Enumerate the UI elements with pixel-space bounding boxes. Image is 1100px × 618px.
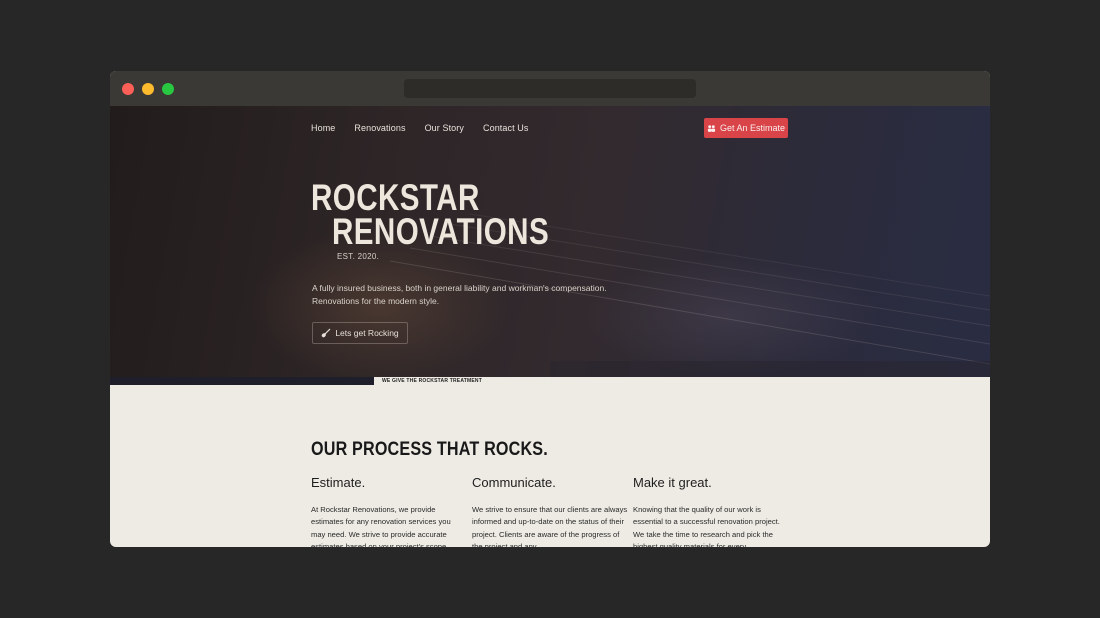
- main-nav: Home Renovations Our Story Contact Us: [311, 123, 529, 137]
- nav-item-home[interactable]: Home: [311, 123, 335, 137]
- tagline-line2: Renovations for the modern style.: [312, 295, 440, 306]
- process-text: Knowing that the quality of our work is …: [633, 505, 780, 547]
- close-window-button[interactable]: [122, 83, 134, 95]
- browser-titlebar: [110, 71, 990, 106]
- process-text: At Rockstar Renovations, we provide esti…: [311, 505, 451, 547]
- hero-section: Home Renovations Our Story Contact Us Ge…: [110, 106, 990, 377]
- process-heading: Communicate.: [472, 475, 556, 490]
- tagline-line1: A fully insured business, both in genera…: [312, 283, 607, 293]
- get-estimate-button[interactable]: Get An Estimate: [704, 118, 788, 138]
- lets-get-rocking-label: Lets get Rocking: [335, 328, 399, 338]
- hero-tagline: A fully insured business, both in genera…: [312, 282, 612, 307]
- guitar-strings-image: [389, 213, 990, 377]
- treatment-banner: WE GIVE THE ROCKSTAR TREATMENT: [374, 377, 490, 385]
- nav-item-contact-us[interactable]: Contact Us: [483, 123, 529, 137]
- people-icon: [707, 124, 716, 132]
- section-divider-bar: [110, 377, 374, 385]
- maximize-window-button[interactable]: [162, 83, 174, 95]
- minimize-window-button[interactable]: [142, 83, 154, 95]
- process-column-estimate: Estimate. At Rockstar Renovations, we pr…: [311, 475, 467, 547]
- lets-get-rocking-button[interactable]: Lets get Rocking: [312, 322, 408, 344]
- address-bar[interactable]: [404, 79, 696, 98]
- guitar-icon: [322, 328, 331, 338]
- get-estimate-label: Get An Estimate: [719, 123, 786, 133]
- nav-item-renovations[interactable]: Renovations: [354, 123, 405, 137]
- process-heading: Estimate.: [311, 475, 366, 490]
- nav-item-our-story[interactable]: Our Story: [425, 123, 464, 137]
- browser-window: Home Renovations Our Story Contact Us Ge…: [110, 71, 990, 547]
- brand-title-line2: RENOVATIONS: [332, 211, 550, 252]
- process-column-make-it-great: Make it great. Knowing that the quality …: [633, 475, 789, 547]
- process-title: OUR PROCESS THAT ROCKS.: [311, 439, 548, 460]
- process-heading: Make it great.: [633, 475, 712, 490]
- process-text: We strive to ensure that our clients are…: [472, 505, 628, 547]
- established-text: EST. 2020.: [337, 252, 380, 261]
- process-column-communicate: Communicate. We strive to ensure that ou…: [472, 475, 628, 547]
